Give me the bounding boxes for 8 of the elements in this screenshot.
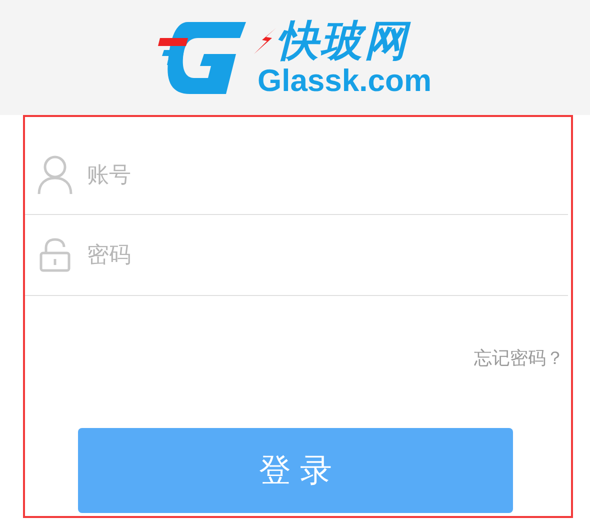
- password-field[interactable]: 密码: [85, 234, 568, 276]
- brand-name: 快玻网: [276, 18, 408, 64]
- forgot-password-link[interactable]: 忘记密码？: [474, 346, 564, 370]
- account-field[interactable]: 账号: [85, 154, 568, 196]
- login-button[interactable]: 登 录: [78, 428, 513, 513]
- padlock-icon: [39, 238, 71, 272]
- domain-name: Glassk.com: [257, 64, 432, 98]
- user-icon: [37, 154, 73, 194]
